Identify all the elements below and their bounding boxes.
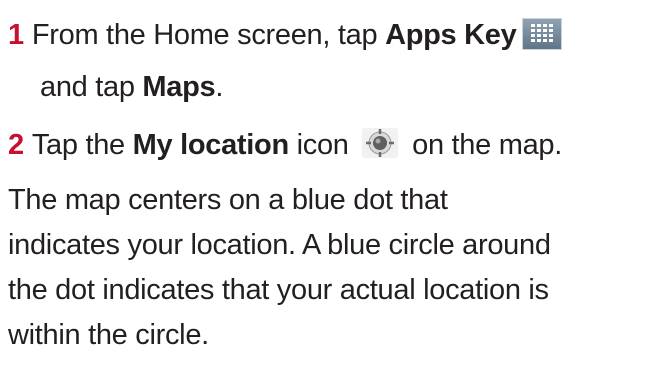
cropped-heading-strip <box>0 0 180 5</box>
step-1-continuation: and tap Maps. <box>40 69 223 105</box>
maps-label: Maps <box>142 71 216 103</box>
my-location-icon <box>360 126 400 160</box>
apps-key-label: Apps Key <box>385 19 517 51</box>
step-text: From the Home screen, tap <box>31 19 386 51</box>
my-location-label: My location <box>132 129 290 161</box>
paragraph-line: The map centers on a blue dot that <box>8 184 448 216</box>
paragraph-line: indicates your location. A blue circle a… <box>8 229 551 261</box>
step-2: 2 Tap the My location icon on the map. <box>8 126 562 163</box>
apps-grid-icon <box>522 18 563 50</box>
step-text: and tap <box>40 71 143 103</box>
step-text: icon <box>288 129 357 161</box>
step-text: Tap the <box>31 129 133 161</box>
paragraph-line: within the circle. <box>8 319 209 351</box>
step-1: 1 From the Home screen, tap Apps Key <box>8 17 563 53</box>
step-number: 1 <box>8 19 24 51</box>
description-paragraph: The map centers on a blue dot that indic… <box>8 178 643 358</box>
step-text: on the map. <box>404 129 562 161</box>
step-text: . <box>215 71 224 103</box>
step-number: 2 <box>8 129 24 161</box>
paragraph-line: the dot indicates that your actual locat… <box>8 274 549 306</box>
manual-page: 1 From the Home screen, tap Apps Key and … <box>0 0 645 374</box>
